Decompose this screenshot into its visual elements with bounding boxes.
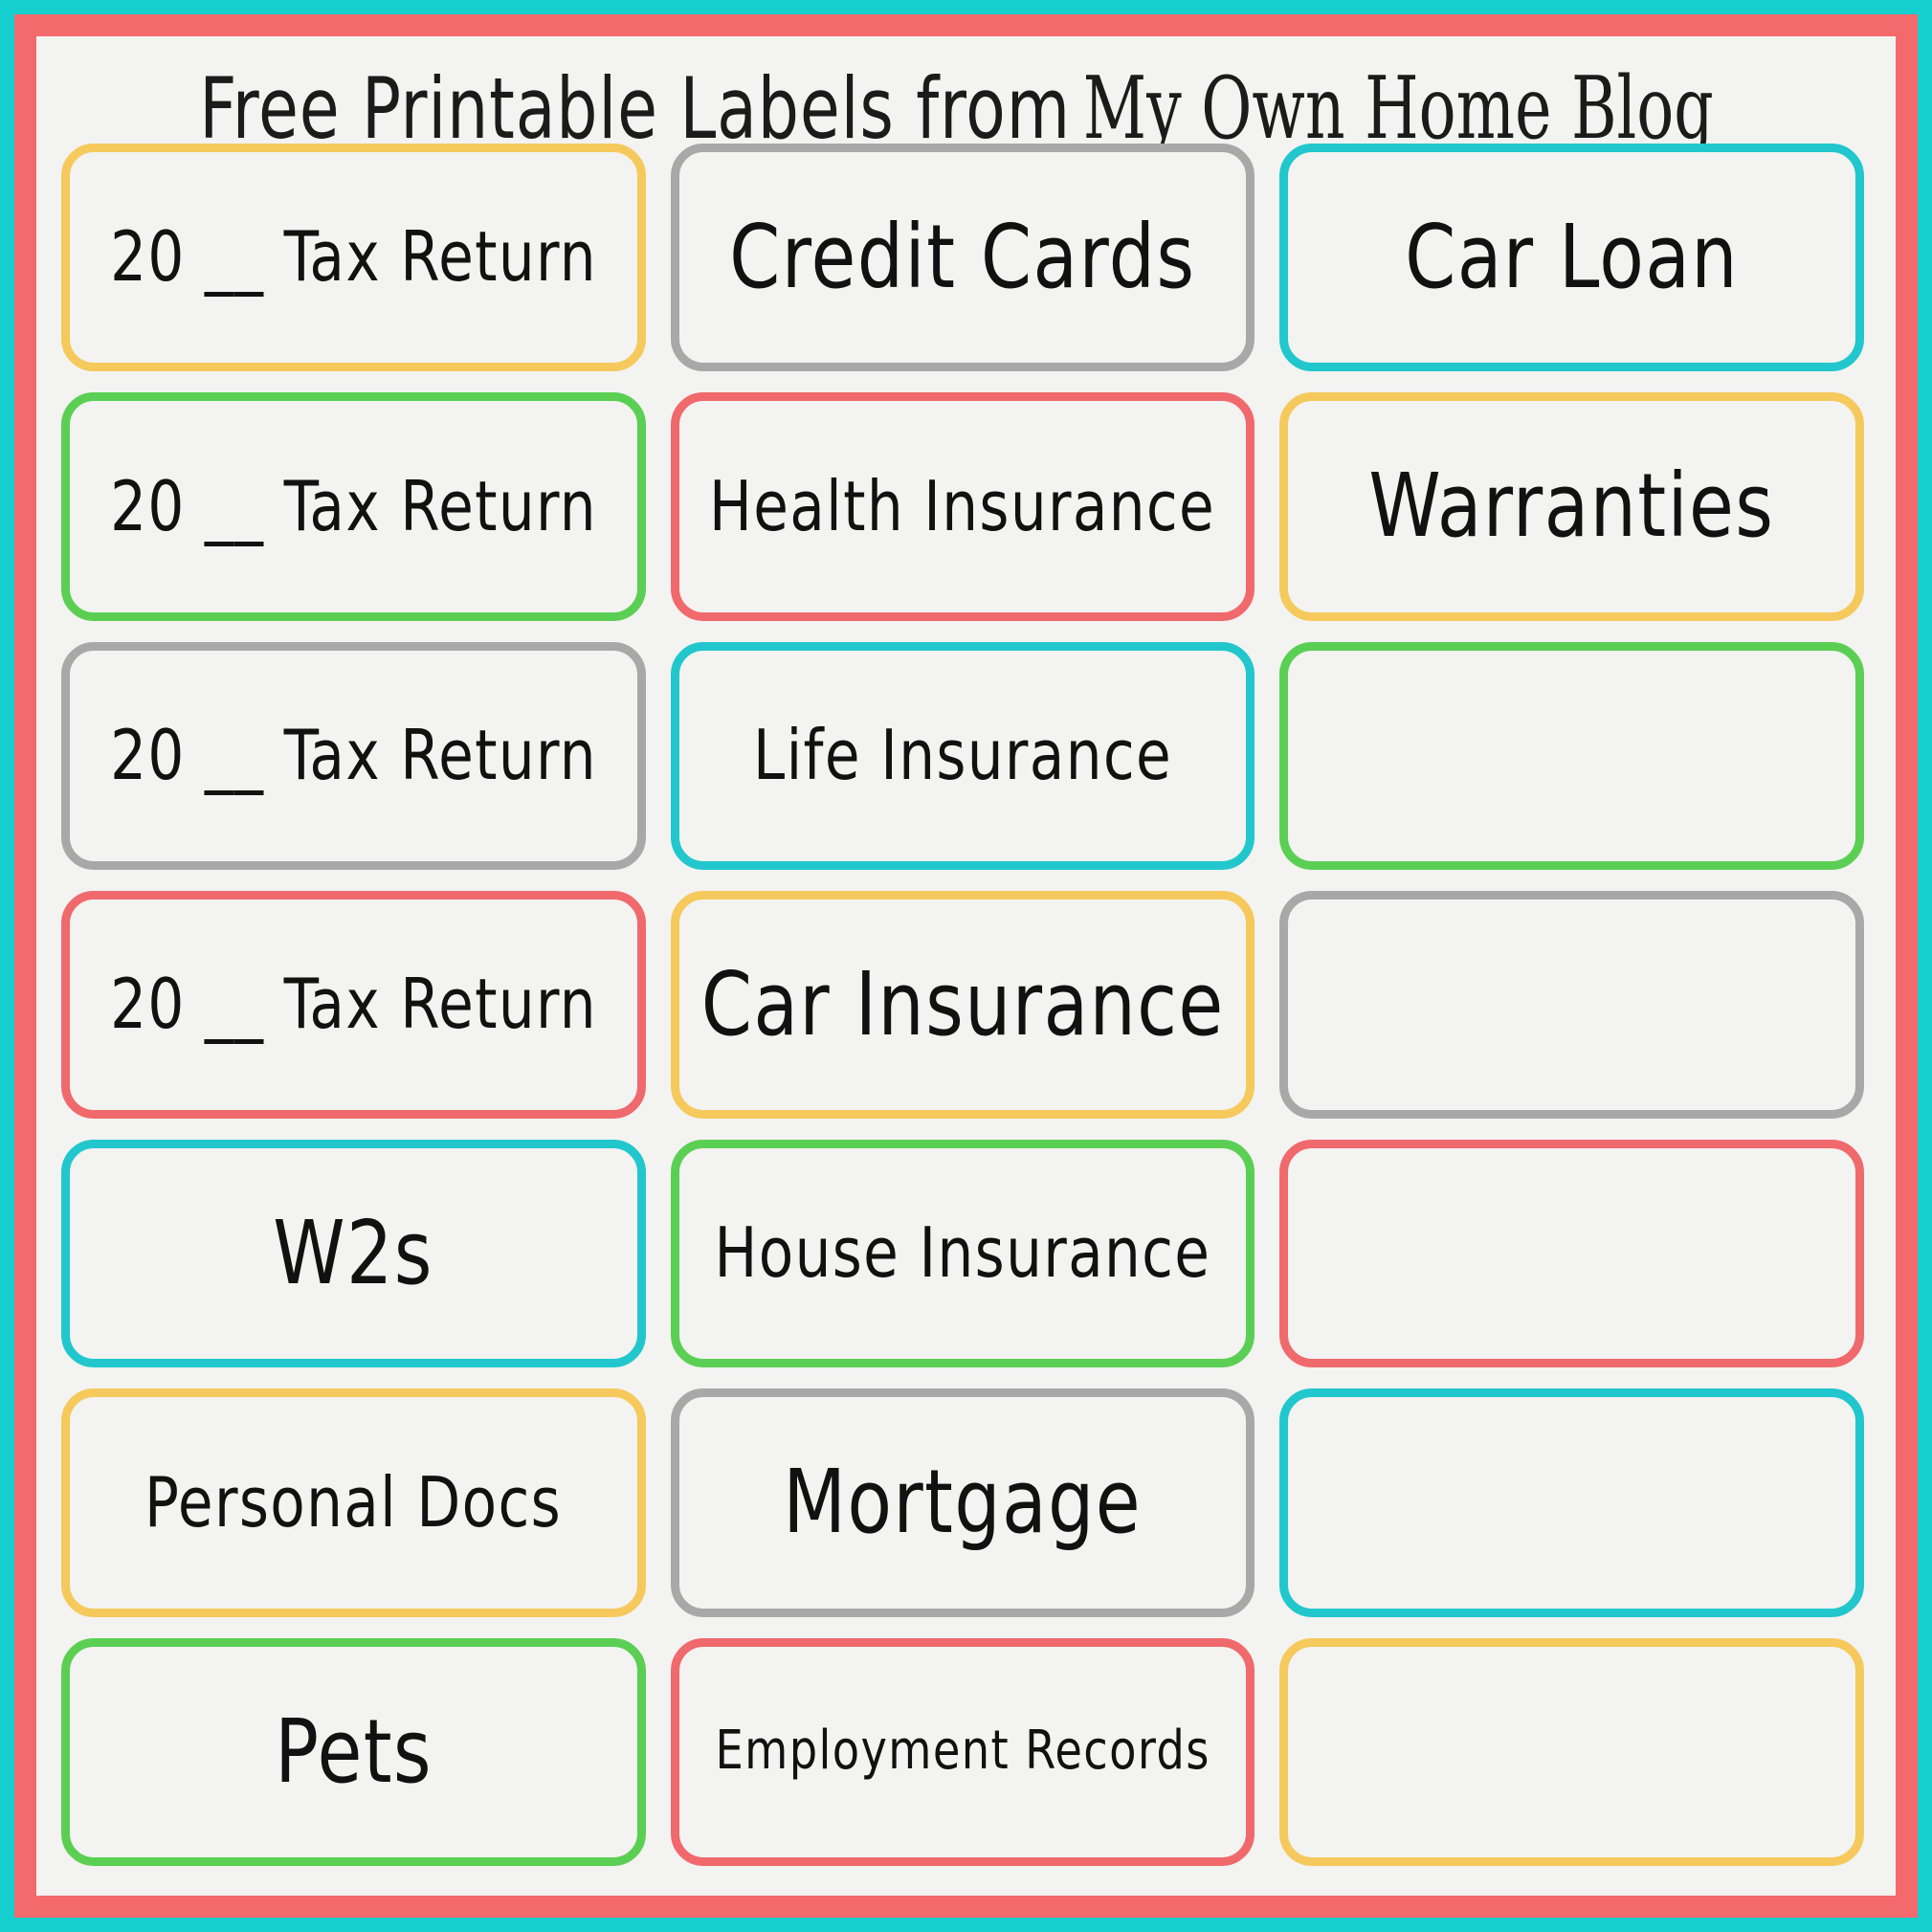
label-text: Warranties [1368,455,1775,558]
label-text: Pets [274,1699,433,1803]
label-text: Mortgage [783,1451,1143,1554]
label-box[interactable]: Mortgage [670,1388,1255,1617]
label-box[interactable]: 20 __ Tax Return [61,641,646,870]
label-box[interactable]: Car Insurance [670,890,1255,1120]
label-text: 20 __ Tax Return [109,714,597,795]
blank-label-box[interactable] [1279,890,1864,1120]
label-box[interactable]: 20 __ Tax Return [61,392,646,621]
label-box[interactable]: 20 __ Tax Return [61,144,646,372]
label-box[interactable]: Employment Records [670,1637,1255,1866]
printable-label-sheet: Free Printable Labels from My Own Home B… [0,0,1932,1932]
blank-label-box[interactable] [1279,1637,1864,1866]
label-box[interactable]: W2s [61,1140,646,1368]
page-title-sans-part: Free Printable Labels from [199,59,1072,158]
blank-label-box[interactable] [1279,1388,1864,1617]
blank-label-box[interactable] [1279,1140,1864,1368]
label-text: 20 __ Tax Return [109,216,597,298]
blank-label-box[interactable] [1279,641,1864,870]
label-box[interactable]: Personal Docs [61,1388,646,1617]
label-text: Employment Records [715,1720,1210,1783]
label-text: 20 __ Tax Return [109,465,597,546]
label-text: Credit Cards [729,205,1196,308]
label-text: House Insurance [714,1212,1211,1294]
label-box[interactable]: Warranties [1279,392,1864,621]
label-text: Health Insurance [709,465,1216,546]
label-box[interactable]: Credit Cards [670,144,1255,372]
label-text: Car Insurance [700,952,1225,1055]
label-text: W2s [273,1201,434,1304]
inner-coral-frame: Free Printable Labels from My Own Home B… [14,14,1918,1918]
label-box[interactable]: 20 __ Tax Return [61,890,646,1120]
label-box[interactable]: Health Insurance [670,392,1255,621]
label-box[interactable]: Life Insurance [670,641,1255,870]
label-grid: 20 __ Tax Return Credit Cards Car Loan 20 _… [54,144,1872,1866]
label-box[interactable]: House Insurance [670,1140,1255,1368]
label-text: 20 __ Tax Return [109,964,597,1045]
label-box[interactable]: Car Loan [1279,144,1864,372]
paper-sheet: Free Printable Labels from My Own Home B… [36,36,1896,1896]
page-title-serif-part: My Own Home Blog [1082,58,1714,159]
label-text: Life Insurance [752,714,1173,795]
label-text: Personal Docs [144,1461,563,1543]
label-text: Car Loan [1405,205,1740,308]
label-box[interactable]: Pets [61,1637,646,1866]
